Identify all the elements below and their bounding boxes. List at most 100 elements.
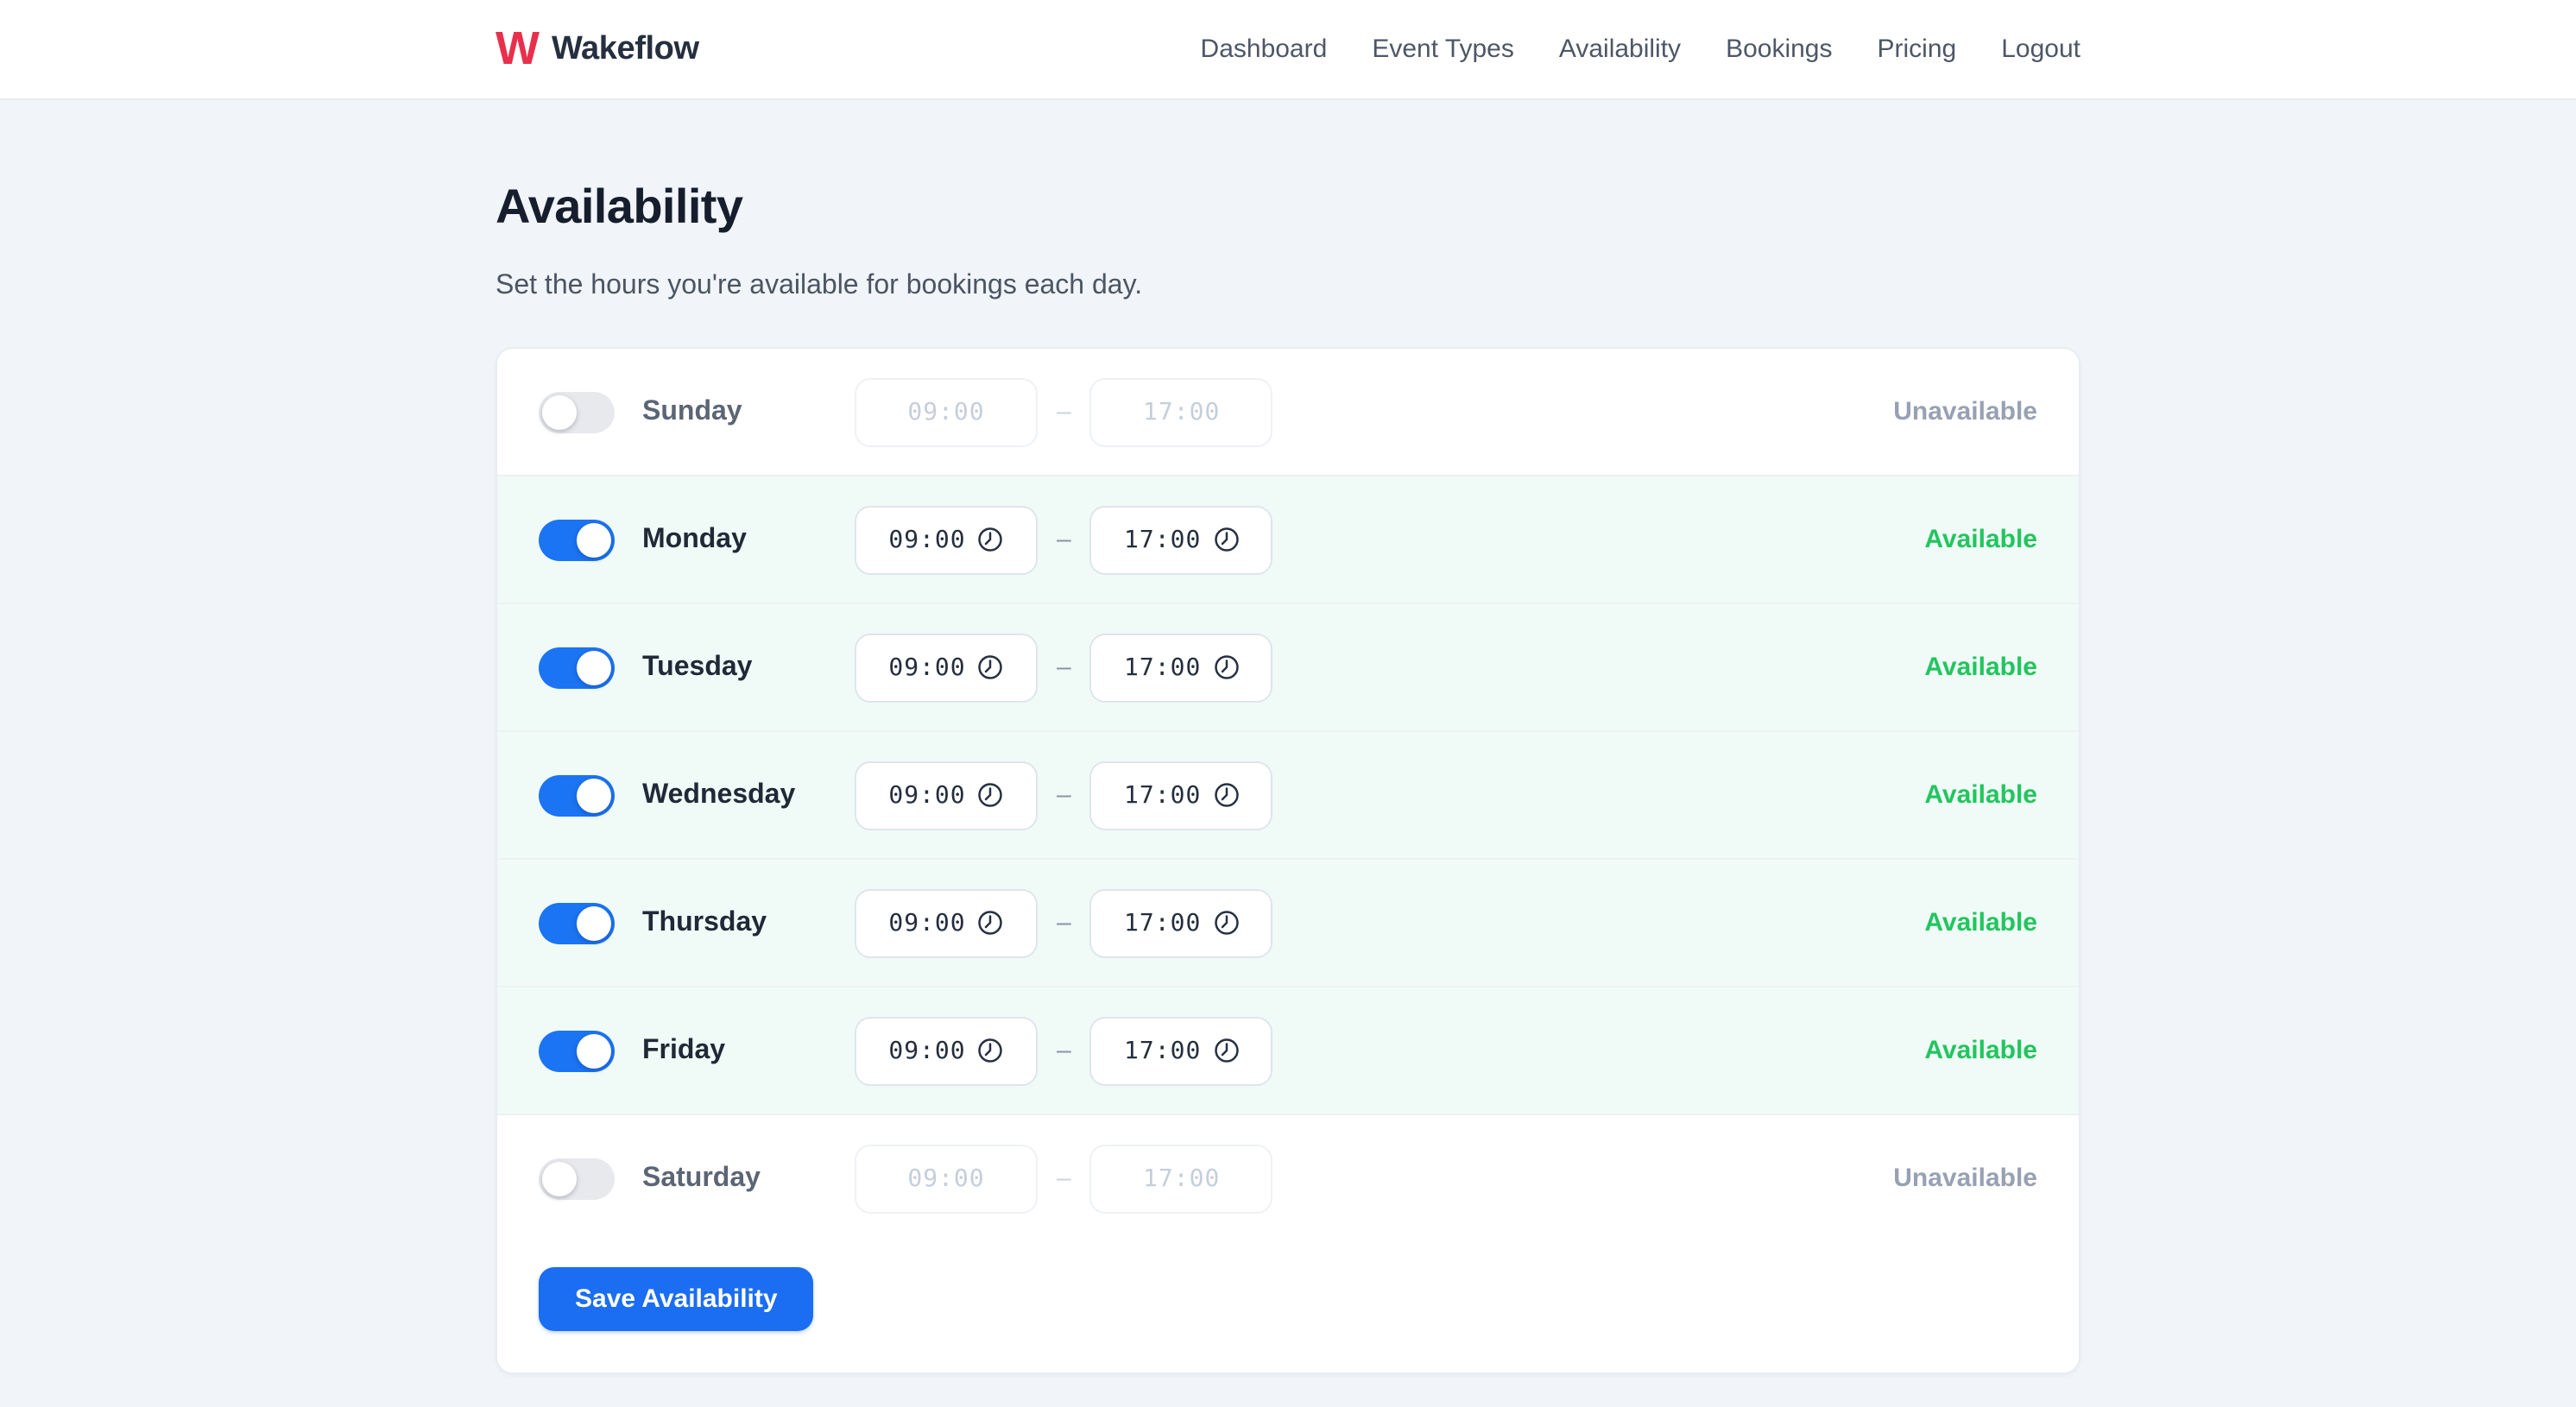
day-status: Available <box>1924 780 2037 810</box>
start-time-value: 09:00 <box>888 1037 965 1064</box>
start-time-value: 09:00 <box>907 1164 984 1192</box>
clock-icon <box>1213 910 1239 936</box>
day-label: Thursday <box>642 907 855 938</box>
nav-item-pricing[interactable]: Pricing <box>1878 35 1957 64</box>
day-label: Monday <box>642 524 855 555</box>
day-status: Available <box>1924 908 2037 937</box>
day-toggle-monday[interactable] <box>539 519 615 560</box>
day-status: Available <box>1924 525 2037 554</box>
time-range-dash: – <box>1057 908 1071 937</box>
day-row-friday: Friday 09:00 – 17:00 Available <box>497 986 2079 1114</box>
day-toggle-thursday[interactable] <box>539 902 615 943</box>
start-time-input-monday[interactable]: 09:00 <box>855 505 1038 574</box>
start-time-value: 09:00 <box>888 653 965 681</box>
start-time-value: 09:00 <box>888 526 965 553</box>
availability-card: Sunday 09:00 – 17:00 Unavailable <box>496 347 2080 1374</box>
nav-item-event-types[interactable]: Event Types <box>1372 35 1514 64</box>
day-label: Friday <box>642 1035 855 1066</box>
clock-icon <box>978 782 1004 808</box>
toggle-knob-icon <box>577 778 611 812</box>
day-status: Unavailable <box>1893 1164 2037 1193</box>
day-row-monday: Monday 09:00 – 17:00 Available <box>497 475 2079 603</box>
time-range: 09:00 – 17:00 <box>855 760 1273 830</box>
time-range: 09:00 – 17:00 <box>855 888 1273 957</box>
toggle-knob-icon <box>577 522 611 557</box>
time-range-dash: – <box>1057 525 1071 554</box>
end-time-input-sunday[interactable]: 17:00 <box>1090 377 1273 446</box>
end-time-value: 17:00 <box>1124 526 1201 553</box>
save-availability-button[interactable]: Save Availability <box>539 1267 814 1331</box>
time-range-dash: – <box>1057 653 1071 682</box>
time-range: 09:00 – 17:00 <box>855 1016 1273 1085</box>
page: W Wakeflow Dashboard Event Types Availabil… <box>0 0 2576 1407</box>
end-time-input-saturday[interactable]: 17:00 <box>1090 1144 1273 1213</box>
time-range-dash: – <box>1057 1036 1071 1065</box>
day-toggle-tuesday[interactable] <box>539 647 615 688</box>
start-time-input-wednesday[interactable]: 09:00 <box>855 760 1038 830</box>
day-toggle-wednesday[interactable] <box>539 774 615 816</box>
time-range: 09:00 – 17:00 <box>855 505 1273 574</box>
clock-icon <box>978 910 1004 936</box>
page-title: Availability <box>496 180 2080 235</box>
nav-item-dashboard[interactable]: Dashboard <box>1201 35 1328 64</box>
end-time-input-tuesday[interactable]: 17:00 <box>1090 633 1273 702</box>
clock-icon <box>978 527 1004 552</box>
card-footer: Save Availability <box>497 1241 2079 1372</box>
toggle-knob-icon <box>577 1033 611 1068</box>
day-status: Available <box>1924 653 2037 682</box>
clock-icon <box>1213 1038 1239 1063</box>
end-time-value: 17:00 <box>1124 1037 1201 1064</box>
day-toggle-saturday[interactable] <box>539 1158 615 1199</box>
end-time-value: 17:00 <box>1124 781 1201 809</box>
day-toggle-sunday[interactable] <box>539 391 615 432</box>
start-time-value: 09:00 <box>888 781 965 809</box>
day-label: Wednesday <box>642 779 855 811</box>
end-time-input-monday[interactable]: 17:00 <box>1090 505 1273 574</box>
toggle-knob-icon <box>577 905 611 940</box>
nav-item-logout[interactable]: Logout <box>2001 35 2080 64</box>
toggle-knob-icon <box>542 394 577 429</box>
day-row-thursday: Thursday 09:00 – 17:00 Available <box>497 858 2079 986</box>
end-time-input-thursday[interactable]: 17:00 <box>1090 888 1273 957</box>
end-time-value: 17:00 <box>1124 909 1201 937</box>
day-list: Sunday 09:00 – 17:00 Unavailable <box>497 349 2079 1241</box>
top-bar: W Wakeflow Dashboard Event Types Availabil… <box>0 0 2576 100</box>
brand-name: Wakeflow <box>552 30 699 68</box>
end-time-value: 17:00 <box>1124 653 1201 681</box>
end-time-input-friday[interactable]: 17:00 <box>1090 1016 1273 1085</box>
time-range: 09:00 – 17:00 <box>855 633 1273 702</box>
day-status: Unavailable <box>1893 397 2037 426</box>
main-content: Availability Set the hours you're availa… <box>496 100 2080 1374</box>
clock-icon <box>978 1038 1004 1063</box>
clock-icon <box>1213 654 1239 680</box>
nav-item-bookings[interactable]: Bookings <box>1726 35 1832 64</box>
day-row-wednesday: Wednesday 09:00 – 17:00 Available <box>497 730 2079 858</box>
time-range-dash: – <box>1057 397 1071 426</box>
day-row-sunday: Sunday 09:00 – 17:00 Unavailable <box>497 349 2079 475</box>
time-range-dash: – <box>1057 1164 1071 1193</box>
start-time-input-thursday[interactable]: 09:00 <box>855 888 1038 957</box>
end-time-value: 17:00 <box>1143 398 1220 426</box>
day-row-tuesday: Tuesday 09:00 – 17:00 Available <box>497 603 2079 730</box>
toggle-knob-icon <box>542 1161 577 1196</box>
day-status: Available <box>1924 1036 2037 1065</box>
start-time-input-tuesday[interactable]: 09:00 <box>855 633 1038 702</box>
day-row-saturday: Saturday 09:00 – 17:00 Unavailable <box>497 1114 2079 1241</box>
end-time-value: 17:00 <box>1143 1164 1220 1192</box>
brand-logo[interactable]: W Wakeflow <box>496 26 699 73</box>
time-range: 09:00 – 17:00 <box>855 377 1273 446</box>
day-label: Tuesday <box>642 652 855 683</box>
nav-item-availability[interactable]: Availability <box>1559 35 1681 64</box>
clock-icon <box>1213 527 1239 552</box>
day-label: Saturday <box>642 1163 855 1194</box>
start-time-input-sunday[interactable]: 09:00 <box>855 377 1038 446</box>
main-nav: Dashboard Event Types Availability Bookings… <box>1201 35 2080 64</box>
end-time-input-wednesday[interactable]: 17:00 <box>1090 760 1273 830</box>
start-time-value: 09:00 <box>907 398 984 426</box>
wakeflow-logo-icon: W <box>496 26 538 73</box>
time-range: 09:00 – 17:00 <box>855 1144 1273 1213</box>
start-time-input-saturday[interactable]: 09:00 <box>855 1144 1038 1213</box>
start-time-input-friday[interactable]: 09:00 <box>855 1016 1038 1085</box>
clock-icon <box>1213 782 1239 808</box>
day-toggle-friday[interactable] <box>539 1030 615 1071</box>
